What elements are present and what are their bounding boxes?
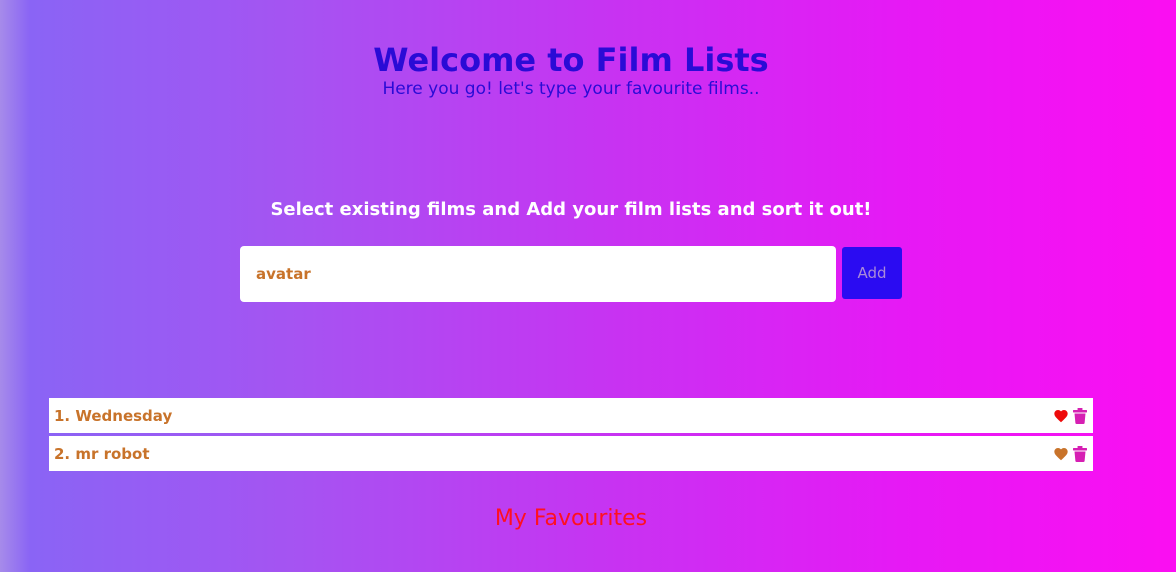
- film-name: 1. Wednesday: [54, 406, 173, 425]
- page-title: Welcome to Film Lists: [373, 41, 769, 79]
- instructions-text: Select existing films and Add your film …: [270, 199, 872, 220]
- page-header: Welcome to Film Lists Here you go! let's…: [0, 40, 1142, 98]
- film-list-item: 1. Wednesday: [49, 398, 1093, 433]
- favourites-heading: My Favourites: [494, 506, 648, 531]
- heart-icon[interactable]: [1053, 446, 1069, 462]
- trash-icon[interactable]: [1073, 407, 1087, 424]
- add-button[interactable]: Add: [842, 247, 902, 299]
- film-list-item: 2. mr robot: [49, 436, 1093, 471]
- film-input[interactable]: [240, 246, 836, 302]
- page-subtitle: Here you go! let's type your favourite f…: [382, 79, 760, 99]
- film-name: 2. mr robot: [54, 444, 150, 463]
- film-list: 1. Wednesday 2. mr robot: [49, 398, 1093, 474]
- heart-icon[interactable]: [1053, 408, 1069, 424]
- heart-icon-shape: [1054, 409, 1068, 422]
- heart-icon-shape: [1054, 447, 1068, 460]
- trash-icon[interactable]: [1073, 445, 1087, 462]
